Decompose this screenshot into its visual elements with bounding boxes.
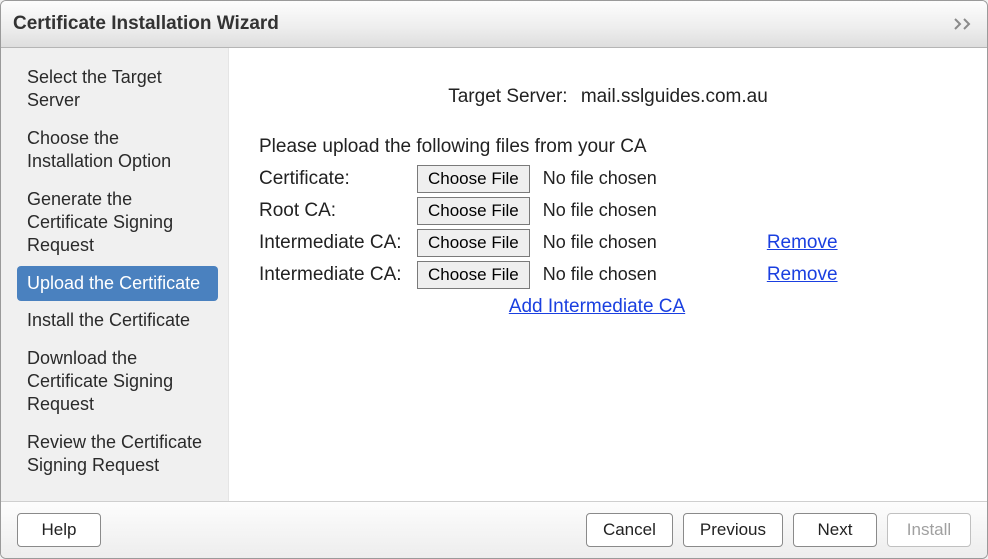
next-button[interactable]: Next — [793, 513, 877, 547]
help-button[interactable]: Help — [17, 513, 101, 547]
label-intermediate-ca-2: Intermediate CA: — [259, 260, 417, 290]
step-review-csr[interactable]: Review the Certificate Signing Request — [17, 425, 218, 484]
cancel-button[interactable]: Cancel — [586, 513, 673, 547]
wizard-window: Certificate Installation Wizard Select t… — [0, 0, 988, 559]
step-choose-install-option[interactable]: Choose the Installation Option — [17, 121, 218, 180]
remove-intermediate-ca-2[interactable]: Remove — [767, 264, 838, 285]
remove-intermediate-ca-1[interactable]: Remove — [767, 232, 838, 253]
footer-bar: Help Cancel Previous Next Install — [1, 501, 987, 558]
row-root-ca: Root CA: Choose File No file chosen — [259, 196, 838, 226]
status-certificate: No file chosen — [543, 168, 657, 188]
add-intermediate-ca-link[interactable]: Add Intermediate CA — [509, 296, 685, 317]
target-server-value: mail.sslguides.com.au — [581, 86, 768, 107]
status-intermediate-ca-2: No file chosen — [543, 264, 657, 284]
expand-icon[interactable] — [953, 17, 975, 31]
label-root-ca: Root CA: — [259, 196, 417, 226]
status-intermediate-ca-1: No file chosen — [543, 232, 657, 252]
step-install-certificate[interactable]: Install the Certificate — [17, 303, 218, 338]
upload-instruction: Please upload the following files from y… — [259, 136, 957, 158]
status-root-ca: No file chosen — [543, 200, 657, 220]
row-intermediate-ca-1: Intermediate CA: Choose File No file cho… — [259, 228, 838, 258]
wizard-steps-sidebar: Select the Target Server Choose the Inst… — [1, 48, 229, 501]
choose-file-certificate[interactable]: Choose File — [417, 165, 530, 193]
step-upload-certificate[interactable]: Upload the Certificate — [17, 266, 218, 301]
install-button: Install — [887, 513, 971, 547]
label-certificate: Certificate: — [259, 164, 417, 194]
step-generate-csr[interactable]: Generate the Certificate Signing Request — [17, 182, 218, 264]
titlebar: Certificate Installation Wizard — [1, 1, 987, 48]
step-select-target-server[interactable]: Select the Target Server — [17, 60, 218, 119]
upload-table: Certificate: Choose File No file chosen … — [259, 162, 838, 292]
step-download-csr[interactable]: Download the Certificate Signing Request — [17, 341, 218, 423]
label-intermediate-ca-1: Intermediate CA: — [259, 228, 417, 258]
target-server-line: Target Server: mail.sslguides.com.au — [259, 86, 957, 108]
row-intermediate-ca-2: Intermediate CA: Choose File No file cho… — [259, 260, 838, 290]
choose-file-root-ca[interactable]: Choose File — [417, 197, 530, 225]
previous-button[interactable]: Previous — [683, 513, 783, 547]
row-certificate: Certificate: Choose File No file chosen — [259, 164, 838, 194]
target-server-label: Target Server: — [448, 86, 567, 108]
choose-file-intermediate-ca-1[interactable]: Choose File — [417, 229, 530, 257]
window-title: Certificate Installation Wizard — [13, 13, 953, 35]
choose-file-intermediate-ca-2[interactable]: Choose File — [417, 261, 530, 289]
main-panel: Target Server: mail.sslguides.com.au Ple… — [229, 48, 987, 501]
